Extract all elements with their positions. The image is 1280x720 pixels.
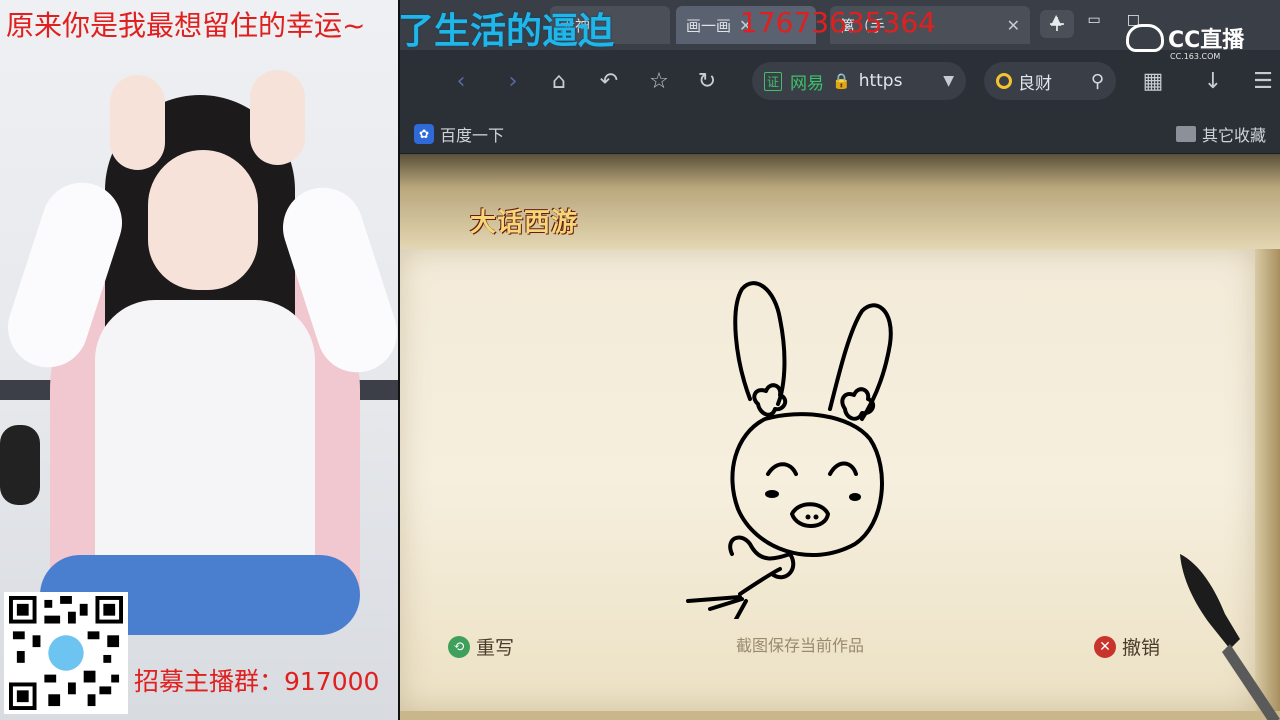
- cloud-icon: [1126, 24, 1164, 52]
- refresh-icon[interactable]: ↻: [690, 64, 724, 98]
- certificate-icon[interactable]: 证: [764, 71, 783, 91]
- streamer-hand-left: [110, 75, 165, 170]
- chevron-down-icon[interactable]: ▼: [943, 73, 954, 89]
- qr-code-icon: [9, 596, 123, 710]
- paintbrush-icon: [1180, 554, 1280, 720]
- carrot-stem: [686, 567, 782, 619]
- rabbit-right-eye: [828, 461, 858, 476]
- save-artwork-hint[interactable]: 截图保存当前作品: [736, 632, 864, 656]
- search-engine-name: 良财: [1018, 73, 1052, 94]
- bookmark-label: 百度一下: [440, 126, 505, 145]
- search-icon[interactable]: ⚲: [1091, 71, 1104, 92]
- cc-logo-url: CC.163.COM: [1170, 52, 1221, 61]
- undo-icon: ✕: [1094, 635, 1116, 658]
- rabbit-head: [730, 412, 884, 558]
- streamer-hand-right: [250, 70, 305, 165]
- bookmarks-bar: ✿ 百度一下 其它收藏: [400, 112, 1280, 154]
- tab-label: 画一画: [686, 16, 732, 35]
- game-logo: 大话西游: [470, 208, 579, 238]
- address-bar[interactable]: 证 网易 🔒 https ▼: [752, 62, 966, 100]
- microphone: [0, 425, 40, 505]
- cc-live-logo: CC直播 CC.163.COM: [1126, 22, 1245, 61]
- qr-code: [4, 592, 128, 714]
- game-canvas-area: 大话西游 ⟲ 重写 截图保存当前作品 ✕ 撤销: [400, 154, 1280, 720]
- redraw-label: 重写: [476, 637, 515, 659]
- close-icon[interactable]: ✕: [1007, 16, 1020, 35]
- forward-icon[interactable]: ›: [496, 64, 530, 98]
- apps-grid-icon[interactable]: ▦: [1136, 64, 1170, 98]
- rabbit-drawing[interactable]: [680, 269, 940, 619]
- browser-window: 大神 画一画 ✕ 篱（手 ✕ + ▲ ▭ □ ‹ › ⌂ ↶ ☆ ↻ 证 网易 …: [400, 0, 1280, 720]
- navigation-toolbar: ‹ › ⌂ ↶ ☆ ↻ 证 网易 🔒 https ▼ 良财 ⚲ ▦ ↓ ☰: [400, 50, 1280, 112]
- redraw-icon: ⟲: [448, 635, 470, 658]
- bookmark-label: 其它收藏: [1202, 126, 1267, 145]
- address-url: https: [858, 71, 903, 91]
- back-icon[interactable]: ‹: [444, 64, 478, 98]
- recruit-banner: 招募主播群：917000: [134, 667, 380, 696]
- download-icon[interactable]: ↓: [1196, 64, 1230, 98]
- lock-icon: 🔒: [832, 72, 851, 90]
- undo-close-icon[interactable]: ↶: [592, 64, 626, 98]
- lyric-overlay: 了生活的逼迫: [398, 11, 615, 52]
- star-icon[interactable]: ☆: [642, 64, 676, 98]
- home-icon[interactable]: ⌂: [542, 64, 576, 98]
- rabbit-hand: [728, 535, 796, 580]
- bookmark-other-folder[interactable]: 其它收藏: [1176, 122, 1266, 146]
- redraw-button[interactable]: ⟲ 重写: [448, 633, 514, 660]
- rabbit-left-eye: [766, 462, 798, 476]
- search-engine-icon[interactable]: [996, 73, 1012, 89]
- streamer-face: [148, 150, 258, 290]
- cc-logo-name: CC直播: [1168, 28, 1245, 53]
- baidu-paw-icon: ✿: [414, 124, 434, 144]
- rabbit-right-ear: [828, 303, 893, 421]
- skin-icon[interactable]: ▲: [1051, 12, 1062, 28]
- folder-icon: [1176, 126, 1196, 142]
- minimize-icon[interactable]: ▭: [1088, 12, 1101, 28]
- undo-label: 撤销: [1122, 637, 1161, 659]
- stream-title-overlay: 原来你是我最想留住的幸运~: [6, 9, 366, 42]
- rabbit-snout: [790, 502, 830, 528]
- undo-button[interactable]: ✕ 撤销: [1094, 633, 1160, 660]
- menu-icon[interactable]: ☰: [1246, 64, 1280, 98]
- phone-number-overlay: 17673635364: [740, 6, 936, 39]
- site-name: 网易: [790, 73, 825, 94]
- bookmark-baidu[interactable]: ✿ 百度一下: [414, 122, 504, 146]
- search-box[interactable]: 良财 ⚲: [984, 62, 1116, 100]
